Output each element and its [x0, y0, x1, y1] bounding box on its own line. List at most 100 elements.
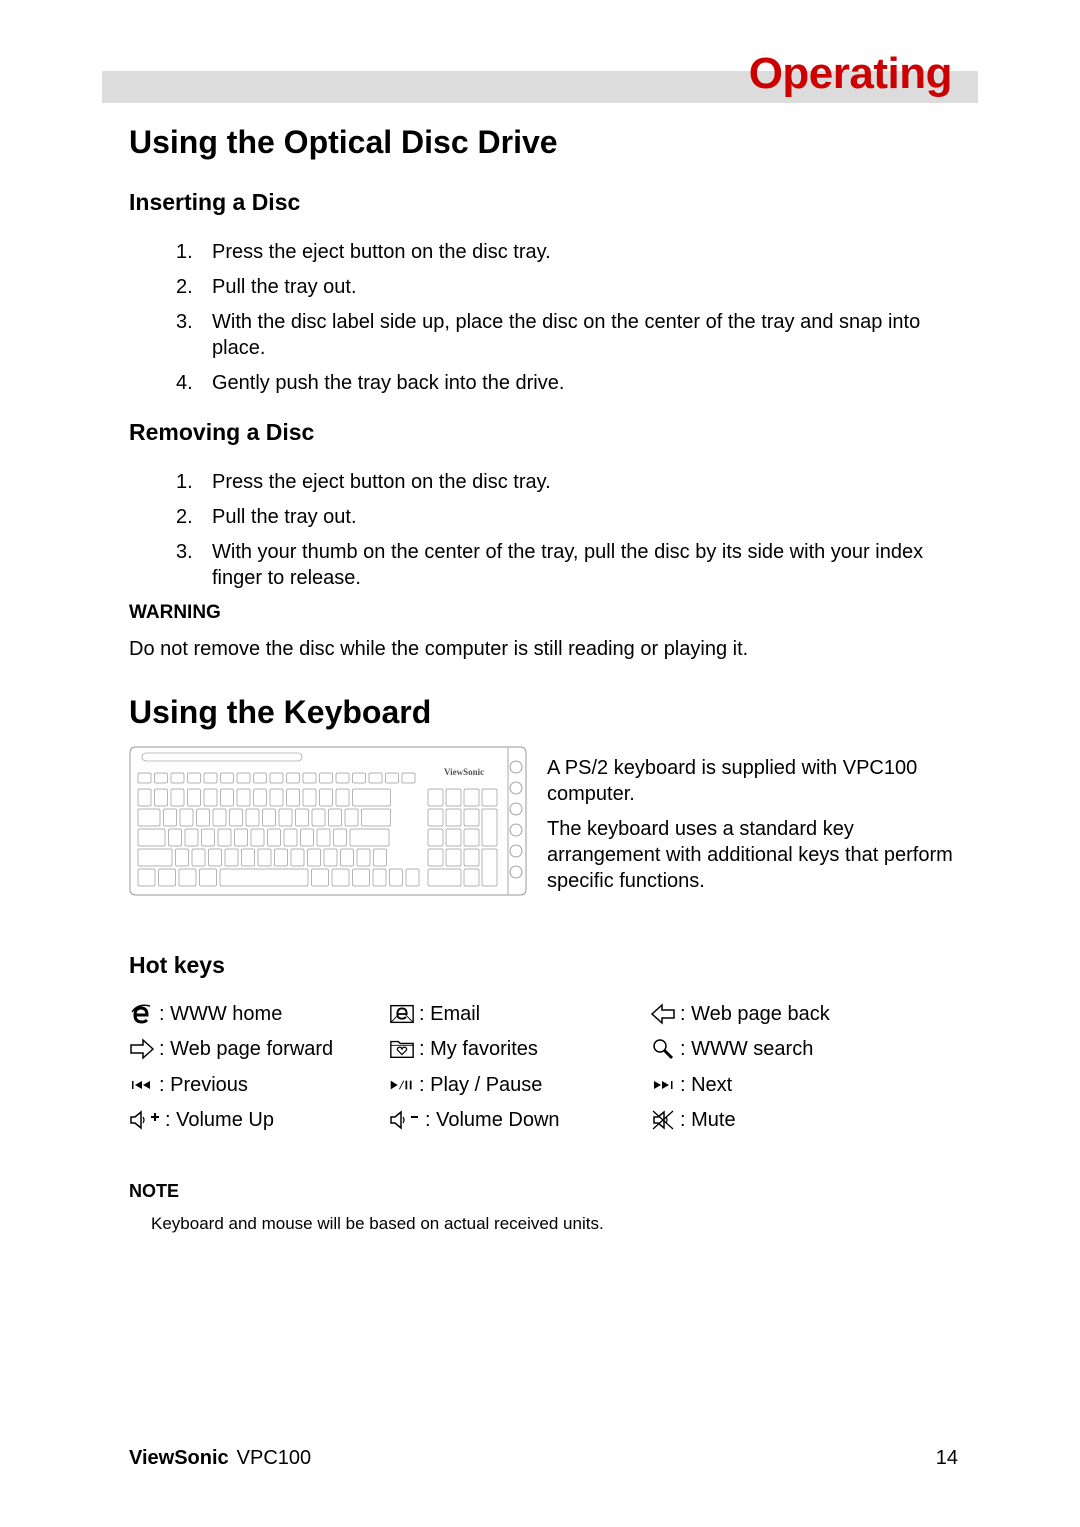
keyboard-key: [274, 848, 288, 867]
keyboard-key: [219, 868, 309, 887]
keyboard-media-button: [509, 844, 523, 858]
keyboard-key: [208, 848, 222, 867]
keyboard-key: [323, 848, 338, 867]
keyboard-key: [290, 848, 305, 867]
keyboard-key: [178, 868, 197, 887]
keyboard-key: [168, 828, 182, 847]
keyboard-key: [372, 868, 387, 887]
keyboard-key: [311, 868, 329, 887]
arrow-left-outline-icon: [650, 1002, 676, 1026]
page-number: 14: [935, 1447, 958, 1469]
keyboard-key: [191, 848, 206, 867]
keyboard-key: [427, 788, 444, 807]
hotkey-web-page-forward: : Web page forward: [129, 1036, 333, 1062]
keyboard-key: [389, 868, 403, 887]
keyboard-key: [203, 788, 218, 807]
keyboard-key: [137, 788, 152, 807]
keyboard-illustration: ViewSonic: [128, 745, 528, 897]
keyboard-key: [234, 828, 248, 847]
keyboard-key: [361, 808, 391, 827]
magnifier-icon: [650, 1037, 676, 1061]
keyboard-key: [335, 788, 350, 807]
favorites-folder-icon: [389, 1037, 415, 1061]
keyboard-key: [344, 808, 359, 827]
keyboard-brand-label: ViewSonic: [444, 767, 484, 777]
keyboard-key: [356, 848, 371, 867]
keyboard-key: [220, 788, 234, 807]
footer-brand: ViewSonic: [129, 1447, 229, 1469]
keyboard-key: [368, 772, 383, 784]
keyboard-key: [352, 868, 370, 887]
section-title-optical-drive: Using the Optical Disc Drive: [129, 124, 558, 160]
keyboard-key: [307, 848, 321, 867]
subsection-title-removing: Removing a Disc: [129, 419, 315, 445]
keyboard-key: [463, 788, 480, 807]
keyboard-key: [463, 868, 480, 887]
keyboard-key: [269, 772, 284, 784]
keyboard-key: [316, 828, 331, 847]
keyboard-key: [267, 828, 281, 847]
next-track-icon: [650, 1073, 676, 1097]
keyboard-key: [203, 772, 218, 784]
keyboard-key: [253, 788, 267, 807]
keyboard-key: [158, 868, 176, 887]
keyboard-key: [328, 808, 342, 827]
keyboard-key: [286, 772, 300, 784]
keyboard-key: [250, 828, 265, 847]
keyboard-key: [229, 808, 243, 827]
keyboard-description-1: A PS/2 keyboard is supplied with VPC100 …: [547, 757, 918, 805]
keyboard-key: [300, 828, 314, 847]
warning-text: Do not remove the disc while the compute…: [129, 638, 749, 660]
list-item: 1. Press the eject button on the disc tra…: [176, 471, 551, 493]
keyboard-key: [154, 772, 168, 784]
hotkey-previous: : Previous: [129, 1072, 248, 1098]
keyboard-key: [445, 848, 462, 867]
keyboard-key: [170, 788, 185, 807]
keyboard-key: [154, 788, 168, 807]
keyboard-key: [137, 808, 161, 827]
keyboard-key: [401, 772, 416, 784]
warning-label: WARNING: [129, 602, 221, 623]
keyboard-key: [199, 868, 217, 887]
keyboard-key: [196, 808, 210, 827]
keyboard-key: [220, 772, 234, 784]
keyboard-key: [481, 788, 498, 807]
keyboard-key: [445, 828, 462, 847]
keyboard-key: [340, 848, 354, 867]
keyboard-key: [217, 828, 232, 847]
keyboard-media-button: [509, 865, 523, 879]
keyboard-key: [179, 808, 194, 827]
keyboard-key: [385, 772, 399, 784]
keyboard-key: [335, 772, 350, 784]
keyboard-key: [201, 828, 215, 847]
keyboard-key: [463, 808, 480, 827]
keyboard-key: [311, 808, 326, 827]
subsection-title-hotkeys: Hot keys: [129, 952, 225, 978]
keyboard-key: [269, 788, 284, 807]
keyboard-key: [286, 788, 300, 807]
hotkey-my-favorites: : My favorites: [389, 1036, 538, 1062]
list-item: 3. With your thumb on the center of the t…: [176, 541, 924, 589]
keyboard-key: [481, 808, 498, 847]
list-item: 1. Press the eject button on the disc tra…: [176, 241, 551, 263]
footer-product: ViewSonic VPC100: [129, 1445, 311, 1471]
hotkey-volume-up: : Volume Up: [129, 1107, 274, 1133]
chapter-title: Operating: [748, 49, 953, 98]
keyboard-key: [319, 772, 333, 784]
mute-icon: [650, 1108, 676, 1132]
keyboard-key: [427, 808, 444, 827]
internet-explorer-icon: [129, 1002, 155, 1026]
keyboard-description-2: The keyboard uses a standard key arrange…: [547, 818, 953, 892]
keyboard-key: [427, 848, 444, 867]
keyboard-key: [373, 848, 387, 867]
hotkey-mute: : Mute: [650, 1107, 736, 1133]
keyboard-key: [463, 828, 480, 847]
keyboard-key: [352, 772, 366, 784]
section-title-keyboard: Using the Keyboard: [129, 694, 432, 730]
keyboard-key: [137, 828, 166, 847]
keyboard-key: [319, 788, 333, 807]
email-icon: [389, 1002, 415, 1026]
list-item: 2. Pull the tray out.: [176, 506, 357, 528]
previous-track-icon: [129, 1073, 155, 1097]
inserting-steps-list: 1. Press the eject button on the disc tra…: [0, 239, 1080, 405]
